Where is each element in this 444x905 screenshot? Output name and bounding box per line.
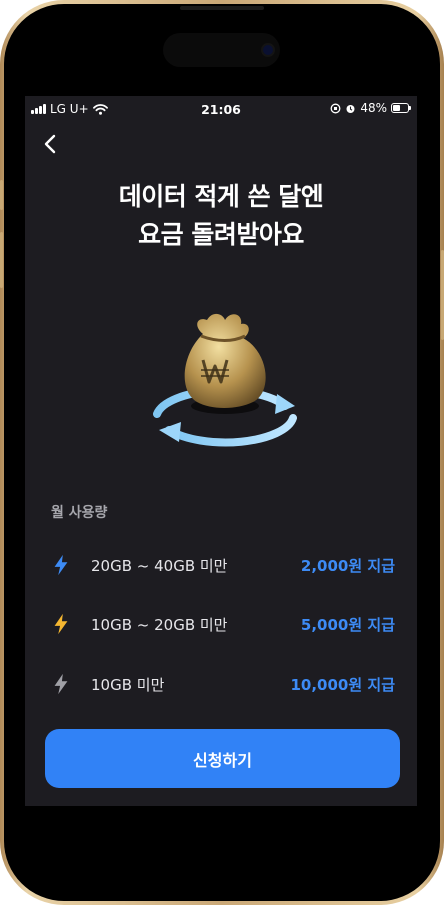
lightning-icon	[54, 673, 68, 695]
money-bag-icon	[153, 313, 297, 447]
title-line: 데이터 적게 쓴 달엔	[118, 182, 324, 211]
tier-row: 10GB ~ 20GB 미만 5,000원 지급	[25, 606, 417, 642]
battery-icon	[391, 103, 411, 113]
section-label: 월 사용량	[51, 505, 108, 521]
back-button[interactable]	[35, 129, 65, 159]
status-right: 48%	[330, 101, 411, 115]
front-camera	[263, 45, 273, 55]
earpiece-speaker	[180, 6, 264, 10]
orientation-lock-icon	[330, 103, 341, 113]
chevron-left-icon	[44, 134, 56, 154]
apply-button[interactable]: 신청하기	[45, 729, 400, 788]
lightning-icon	[54, 613, 68, 635]
tier-range: 10GB ~ 20GB 미만	[91, 615, 228, 634]
tier-amount: 10,000원 지급	[290, 675, 395, 694]
status-bar: LG U+ 21:06 48%	[25, 96, 417, 122]
app-screen: LG U+ 21:06 48% 데이터 적게 쓴 달엔 요금 돌려받아요 월 사…	[25, 96, 417, 806]
title-line: 요금 돌려받아요	[138, 220, 304, 249]
tier-range: 10GB 미만	[91, 675, 165, 694]
page-title: 데이터 적게 쓴 달엔 요금 돌려받아요	[25, 178, 417, 254]
tier-row: 20GB ~ 40GB 미만 2,000원 지급	[25, 547, 417, 583]
tier-row: 10GB 미만 10,000원 지급	[25, 666, 417, 702]
side-button	[0, 232, 3, 288]
battery-fill	[393, 105, 400, 111]
battery-percent: 48%	[360, 101, 387, 115]
tier-range: 20GB ~ 40GB 미만	[91, 556, 228, 575]
side-button	[0, 180, 3, 210]
tier-amount: 2,000원 지급	[300, 556, 395, 575]
alarm-icon	[346, 104, 355, 113]
tier-amount: 5,000원 지급	[300, 615, 395, 634]
lightning-icon	[54, 554, 68, 576]
